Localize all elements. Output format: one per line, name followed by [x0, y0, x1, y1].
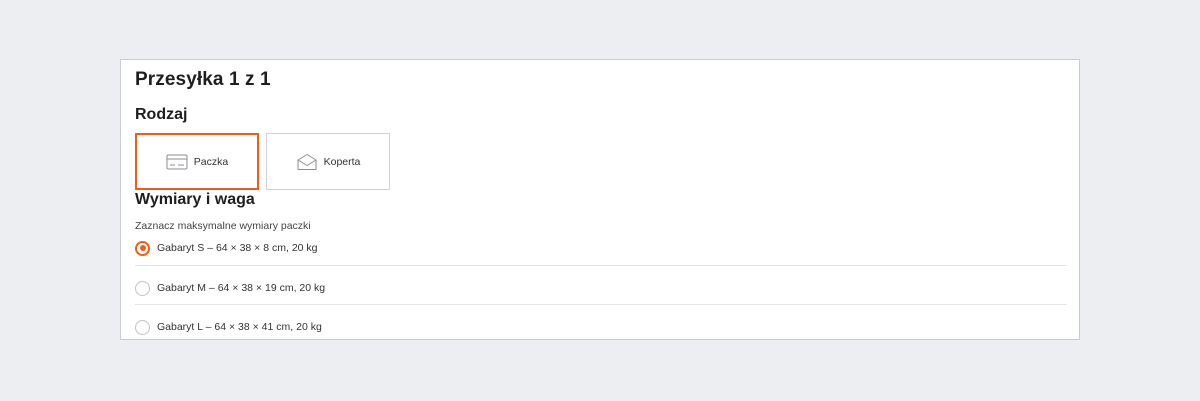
envelope-icon [296, 153, 318, 171]
type-option-label: Koperta [323, 155, 361, 168]
type-option-koperta[interactable]: Koperta [266, 133, 390, 190]
type-option-label: Paczka [193, 155, 229, 168]
radio-button[interactable] [135, 240, 150, 256]
size-option-label: Gabaryt L – 64 × 38 × 41 cm, 20 kg [157, 321, 322, 333]
divider [135, 304, 1067, 305]
size-option-label: Gabaryt M – 64 × 38 × 19 cm, 20 kg [157, 282, 326, 294]
type-option-paczka[interactable]: Paczka [135, 133, 259, 190]
size-option-m[interactable]: Gabaryt M – 64 × 38 × 19 cm, 20 kg [135, 277, 1067, 299]
shipment-title: Przesyłka 1 z 1 [135, 69, 271, 90]
dimensions-section-title: Wymiary i waga [135, 191, 255, 208]
size-option-s[interactable]: Gabaryt S – 64 × 38 × 8 cm, 20 kg [135, 237, 1067, 259]
dimensions-hint: Zaznacz maksymalne wymiary paczki [135, 220, 311, 232]
package-icon [166, 153, 188, 171]
size-option-label: Gabaryt S – 64 × 38 × 8 cm, 20 kg [157, 242, 318, 254]
shipment-card: Przesyłka 1 z 1 Rodzaj Paczka Koperta Wy… [120, 59, 1080, 340]
type-section-title: Rodzaj [135, 106, 188, 123]
divider [135, 265, 1067, 266]
radio-button[interactable] [135, 280, 150, 296]
radio-button[interactable] [135, 319, 150, 335]
size-option-l[interactable]: Gabaryt L – 64 × 38 × 41 cm, 20 kg [135, 316, 1067, 338]
